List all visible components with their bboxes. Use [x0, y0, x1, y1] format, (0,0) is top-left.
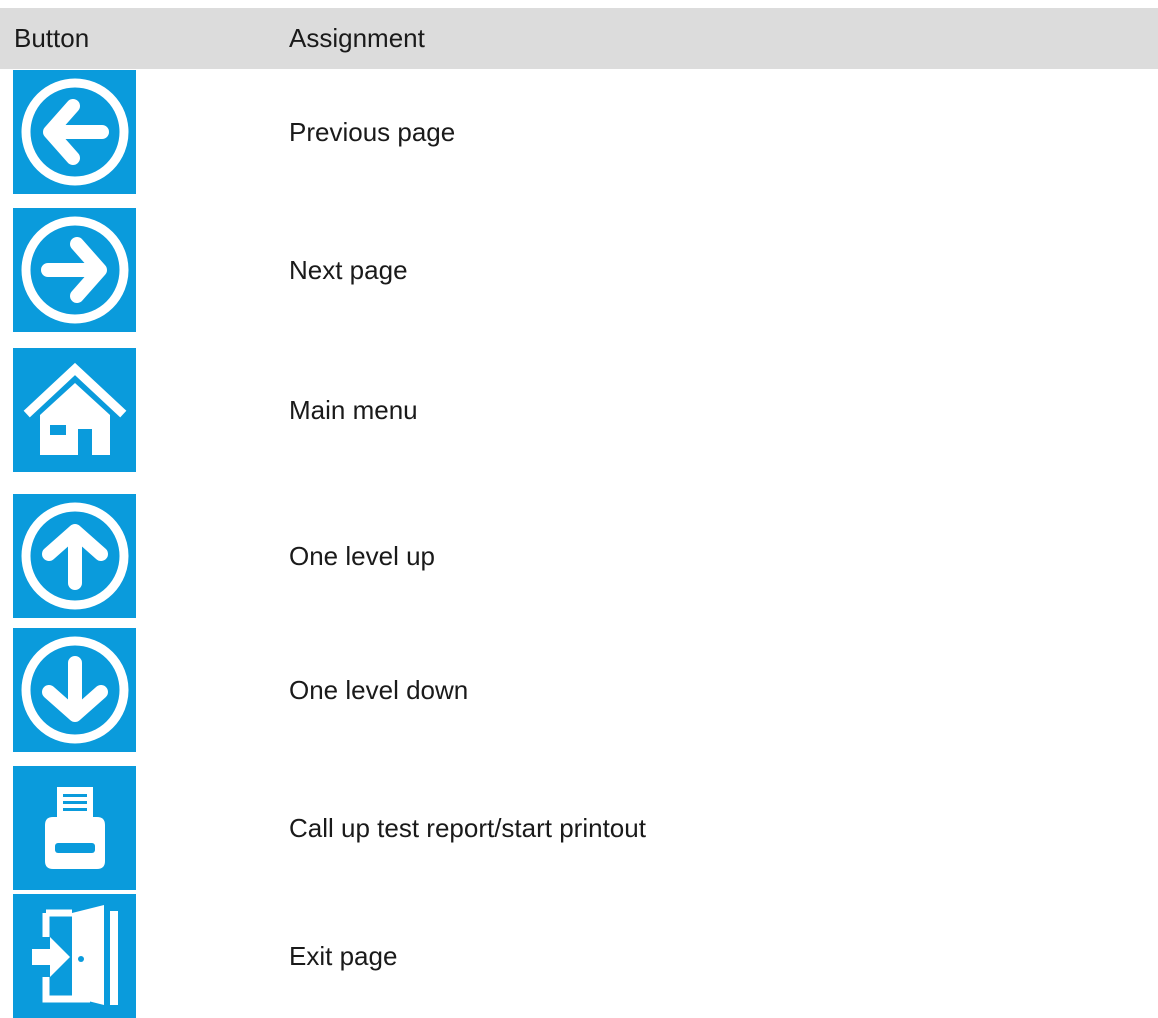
table-row: One level down — [0, 628, 1158, 752]
arrow-left-circle-icon — [21, 78, 128, 186]
exit-page-button[interactable] — [13, 894, 136, 1018]
main-menu-button[interactable] — [13, 348, 136, 472]
table-row: Previous page — [0, 70, 1158, 194]
header-button-column: Button — [14, 23, 90, 53]
arrow-down-circle-icon — [21, 636, 128, 744]
home-icon — [23, 362, 126, 455]
table-row: Next page — [0, 208, 1158, 332]
arrow-up-circle-icon — [21, 502, 128, 610]
next-page-button[interactable] — [13, 208, 136, 332]
previous-page-button[interactable] — [13, 70, 136, 194]
exit-door-icon — [31, 905, 118, 1005]
print-report-button[interactable] — [13, 766, 136, 890]
row-label: Previous page — [289, 117, 456, 147]
one-level-down-button[interactable] — [13, 628, 136, 752]
table-row: One level up — [0, 494, 1158, 618]
row-label: One level down — [289, 675, 469, 705]
table-row: Call up test report/start printout — [0, 766, 1158, 890]
table-row: Main menu — [0, 348, 1158, 472]
table-header: Button Assignment — [0, 8, 1158, 69]
row-label: Main menu — [289, 395, 418, 425]
header-assignment-column: Assignment — [289, 23, 425, 53]
row-label: One level up — [289, 541, 435, 571]
row-label: Next page — [289, 255, 408, 285]
row-label: Call up test report/start printout — [289, 813, 646, 843]
row-label: Exit page — [289, 941, 398, 971]
one-level-up-button[interactable] — [13, 494, 136, 618]
table-row: Exit page — [0, 894, 1158, 1018]
arrow-right-circle-icon — [21, 216, 128, 324]
printer-icon — [44, 787, 105, 869]
